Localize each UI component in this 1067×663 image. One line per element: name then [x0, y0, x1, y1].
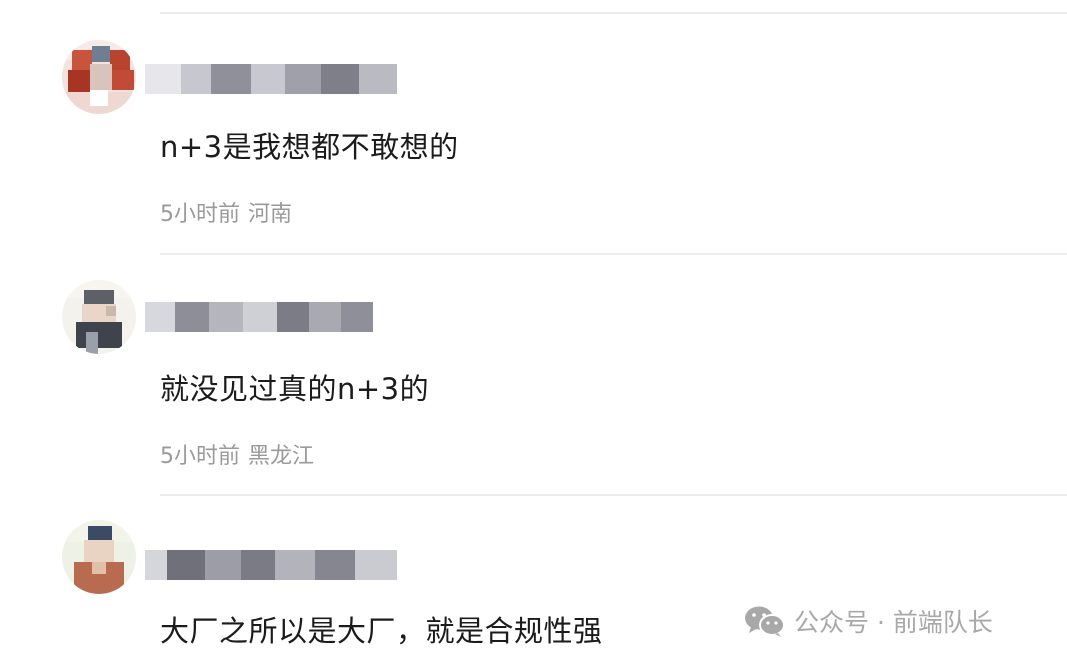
divider — [160, 12, 1067, 14]
comment-text: 就没见过真的n+3的 — [160, 372, 430, 406]
comment-meta: 5小时前 黑龙江 — [160, 438, 314, 470]
username-blurred[interactable] — [145, 64, 397, 94]
watermark: 公众号 · 前端队长 — [744, 603, 993, 639]
watermark-text: 公众号 · 前端队长 — [794, 608, 993, 637]
username-blurred[interactable] — [145, 550, 397, 580]
comment-time: 5小时前 — [160, 202, 240, 227]
comment-text: n+3是我想都不敢想的 — [160, 130, 459, 164]
comment-location: 黑龙江 — [248, 444, 315, 469]
username-blurred[interactable] — [145, 302, 373, 332]
divider — [160, 253, 1067, 255]
avatar[interactable] — [62, 280, 136, 354]
comment-meta: 5小时前 河南 — [160, 196, 292, 228]
comment-list: n+3是我想都不敢想的 5小时前河南 就没见过真的n+3的 5小时前黑龙江 — [0, 0, 1067, 663]
wechat-icon — [745, 606, 785, 637]
comment-location: 河南 — [248, 202, 293, 227]
comment-text: 大厂之所以是大厂，就是合规性强 — [160, 614, 603, 648]
avatar[interactable] — [62, 520, 136, 594]
avatar[interactable] — [62, 40, 136, 114]
divider — [160, 494, 1067, 496]
comment-time: 5小时前 — [160, 444, 240, 469]
